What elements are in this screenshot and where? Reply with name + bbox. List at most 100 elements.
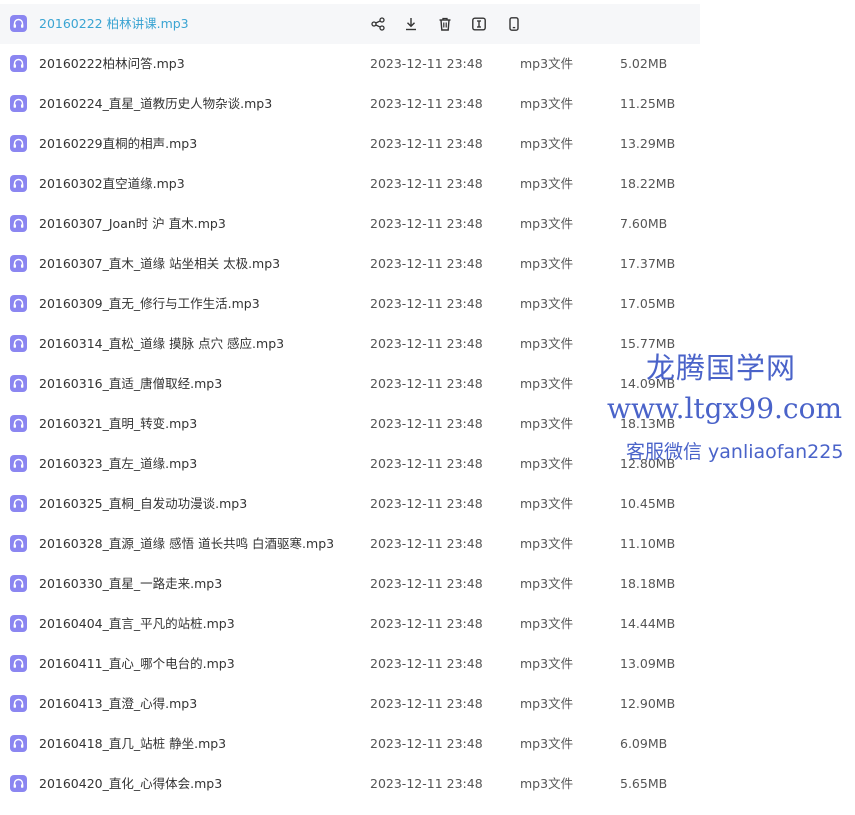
file-row[interactable]: 20160309_直无_修行与工作生活.mp3 2023-12-11 23:48 m…	[0, 284, 700, 324]
audio-file-icon	[10, 95, 27, 112]
file-row[interactable]: 20160307_直木_道缘 站坐相关 太极.mp3 2023-12-11 23:…	[0, 244, 700, 284]
file-row[interactable]: 20160323_直左_道缘.mp3 2023-12-11 23:48 mp3文件 1…	[0, 444, 700, 484]
file-name[interactable]: 20160229直桐的相声.mp3	[39, 124, 197, 164]
file-name[interactable]: 20160420_直化_心得体会.mp3	[39, 764, 222, 804]
file-date: 2023-12-11 23:48	[370, 336, 483, 351]
file-size: 10.45MB	[620, 496, 676, 511]
watermark-url: www.ltgx99.com	[607, 392, 843, 425]
audio-file-icon	[10, 415, 27, 432]
audio-file-icon	[10, 735, 27, 752]
file-type: mp3文件	[520, 256, 574, 271]
download-icon[interactable]	[403, 16, 419, 32]
file-row[interactable]: 20160404_直言_平凡的站桩.mp3 2023-12-11 23:48 mp3…	[0, 604, 700, 644]
file-name[interactable]: 20160325_直桐_自发动功漫谈.mp3	[39, 484, 247, 524]
file-row[interactable]: 20160222柏林问答.mp3 2023-12-11 23:48 mp3文件 5.0…	[0, 44, 700, 84]
file-row[interactable]: 20160316_直适_唐僧取经.mp3 2023-12-11 23:48 mp3文…	[0, 364, 700, 404]
share-icon[interactable]	[370, 16, 386, 32]
file-size: 17.05MB	[620, 296, 676, 311]
audio-file-icon	[10, 495, 27, 512]
file-date: 2023-12-11 23:48	[370, 416, 483, 431]
phone-icon[interactable]	[506, 16, 522, 32]
file-row[interactable]: 20160418_直几_站桩 静坐.mp3 2023-12-11 23:48 mp3…	[0, 724, 700, 764]
file-type: mp3文件	[520, 216, 574, 231]
file-date: 2023-12-11 23:48	[370, 176, 483, 191]
file-name[interactable]: 20160307_Joan时 沪 直木.mp3	[39, 204, 226, 244]
file-row[interactable]: 20160330_直星_一路走来.mp3 2023-12-11 23:48 mp3文…	[0, 564, 700, 604]
file-type: mp3文件	[520, 616, 574, 631]
audio-file-icon	[10, 55, 27, 72]
file-row[interactable]: 20160314_直松_道缘 摸脉 点穴 感应.mp3 2023-12-11 23…	[0, 324, 700, 364]
file-name[interactable]: 20160323_直左_道缘.mp3	[39, 444, 197, 484]
file-size: 17.37MB	[620, 256, 676, 271]
file-date: 2023-12-11 23:48	[370, 576, 483, 591]
file-size: 5.65MB	[620, 776, 668, 791]
file-size: 12.90MB	[620, 696, 676, 711]
audio-file-icon	[10, 575, 27, 592]
file-date: 2023-12-11 23:48	[370, 696, 483, 711]
file-size: 7.60MB	[620, 216, 668, 231]
audio-file-icon	[10, 175, 27, 192]
file-name[interactable]: 20160222柏林问答.mp3	[39, 44, 185, 84]
file-name[interactable]: 20160330_直星_一路走来.mp3	[39, 564, 222, 604]
file-row[interactable]: 20160325_直桐_自发动功漫谈.mp3 2023-12-11 23:48 mp…	[0, 484, 700, 524]
file-name[interactable]: 20160404_直言_平凡的站桩.mp3	[39, 604, 235, 644]
file-type: mp3文件	[520, 696, 574, 711]
file-date: 2023-12-11 23:48	[370, 776, 483, 791]
file-size: 18.22MB	[620, 176, 676, 191]
file-row[interactable]: 20160411_直心_哪个电台的.mp3 2023-12-11 23:48 mp3…	[0, 644, 700, 684]
file-name[interactable]: 20160302直空道缘.mp3	[39, 164, 185, 204]
audio-file-icon	[10, 615, 27, 632]
file-date: 2023-12-11 23:48	[370, 496, 483, 511]
file-name[interactable]: 20160321_直明_转变.mp3	[39, 404, 197, 444]
file-name[interactable]: 20160314_直松_道缘 摸脉 点穴 感应.mp3	[39, 324, 284, 364]
file-row[interactable]: 20160302直空道缘.mp3 2023-12-11 23:48 mp3文件 18.…	[0, 164, 700, 204]
file-size: 13.09MB	[620, 656, 676, 671]
file-date: 2023-12-11 23:48	[370, 296, 483, 311]
audio-file-icon	[10, 135, 27, 152]
file-type: mp3文件	[520, 496, 574, 511]
file-row[interactable]: 20160229直桐的相声.mp3 2023-12-11 23:48 mp3文件 13…	[0, 124, 700, 164]
rename-icon[interactable]	[471, 16, 487, 32]
file-name[interactable]: 20160222 柏林讲课.mp3	[39, 4, 189, 44]
watermark-title: 龙腾国学网	[646, 351, 797, 385]
audio-file-icon	[10, 295, 27, 312]
audio-file-icon	[10, 255, 27, 272]
delete-icon[interactable]	[437, 16, 453, 32]
audio-file-icon	[10, 455, 27, 472]
file-name[interactable]: 20160328_直源_道缘 感悟 道长共鸣 白酒驱寒.mp3	[39, 524, 334, 564]
file-row[interactable]: 20160222 柏林讲课.mp3	[0, 4, 700, 44]
file-type: mp3文件	[520, 176, 574, 191]
file-date: 2023-12-11 23:48	[370, 136, 483, 151]
file-type: mp3文件	[520, 456, 574, 471]
file-type: mp3文件	[520, 376, 574, 391]
file-name[interactable]: 20160418_直几_站桩 静坐.mp3	[39, 724, 226, 764]
file-type: mp3文件	[520, 136, 574, 151]
file-date: 2023-12-11 23:48	[370, 536, 483, 551]
file-type: mp3文件	[520, 576, 574, 591]
audio-file-icon	[10, 655, 27, 672]
file-date: 2023-12-11 23:48	[370, 96, 483, 111]
audio-file-icon	[10, 535, 27, 552]
file-date: 2023-12-11 23:48	[370, 256, 483, 271]
file-name[interactable]: 20160411_直心_哪个电台的.mp3	[39, 644, 235, 684]
file-type: mp3文件	[520, 296, 574, 311]
file-name[interactable]: 20160307_直木_道缘 站坐相关 太极.mp3	[39, 244, 280, 284]
file-type: mp3文件	[520, 736, 574, 751]
file-date: 2023-12-11 23:48	[370, 656, 483, 671]
file-row[interactable]: 20160307_Joan时 沪 直木.mp3 2023-12-11 23:48 m…	[0, 204, 700, 244]
file-name[interactable]: 20160413_直澄_心得.mp3	[39, 684, 197, 724]
file-type: mp3文件	[520, 416, 574, 431]
file-name[interactable]: 20160316_直适_唐僧取经.mp3	[39, 364, 222, 404]
file-row[interactable]: 20160328_直源_道缘 感悟 道长共鸣 白酒驱寒.mp3 2023-12-1…	[0, 524, 700, 564]
file-size: 5.02MB	[620, 56, 668, 71]
file-row[interactable]: 20160420_直化_心得体会.mp3 2023-12-11 23:48 mp3文…	[0, 764, 700, 804]
file-type: mp3文件	[520, 56, 574, 71]
file-date: 2023-12-11 23:48	[370, 56, 483, 71]
file-row[interactable]: 20160321_直明_转变.mp3 2023-12-11 23:48 mp3文件 1…	[0, 404, 700, 444]
file-row[interactable]: 20160224_直星_道教历史人物杂谈.mp3 2023-12-11 23:48…	[0, 84, 700, 124]
audio-file-icon	[10, 695, 27, 712]
file-row[interactable]: 20160413_直澄_心得.mp3 2023-12-11 23:48 mp3文件 1…	[0, 684, 700, 724]
file-name[interactable]: 20160224_直星_道教历史人物杂谈.mp3	[39, 84, 272, 124]
file-size: 11.10MB	[620, 536, 676, 551]
file-name[interactable]: 20160309_直无_修行与工作生活.mp3	[39, 284, 260, 324]
